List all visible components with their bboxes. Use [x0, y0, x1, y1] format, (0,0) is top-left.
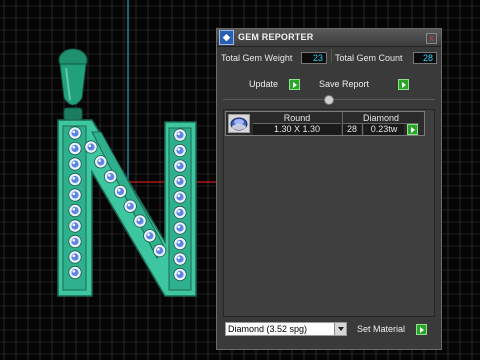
gem-list-row[interactable]: Round 1.30 X 1.30 Diamond 28 0.23tw: [225, 111, 425, 136]
gem-stone: [113, 184, 128, 198]
save-report-go-icon[interactable]: [398, 79, 409, 90]
gem-stone: [173, 236, 187, 251]
gem-stone: [173, 221, 187, 235]
save-report-button-label: Save Report: [319, 79, 370, 89]
gem-stone: [173, 128, 187, 142]
gem-stone: [173, 252, 187, 266]
total-gem-count-label: Total Gem Count: [335, 53, 403, 63]
gem-stone: [68, 157, 82, 171]
gem-stone: [173, 190, 187, 204]
gem-weight: 0.23tw: [364, 124, 404, 135]
gem-reporter-panel: ◆ GEM REPORTER x Total Gem Weight 23 Tot…: [216, 28, 442, 350]
gem-stone: [68, 234, 82, 249]
material-dropdown[interactable]: Diamond (3.52 spg): [225, 322, 347, 336]
gem-shape: Round: [253, 113, 341, 124]
material-dropdown-value: Diamond (3.52 spg): [228, 324, 308, 334]
stat-separator: [331, 49, 332, 63]
gem-stone: [68, 188, 82, 202]
panel-titlebar[interactable]: ◆ GEM REPORTER x: [217, 29, 441, 47]
update-button-label: Update: [249, 79, 279, 89]
gem-stone: [173, 174, 187, 189]
gem-material: Diamond: [343, 113, 419, 124]
gem-stone: [173, 143, 187, 158]
total-gem-weight-label: Total Gem Weight: [221, 53, 293, 63]
gem-stone: [123, 199, 137, 213]
round-gem-thumbnail: [228, 114, 250, 133]
set-material-button-label: Set Material: [357, 324, 406, 334]
gem-stone: [143, 229, 157, 243]
chevron-down-icon[interactable]: [334, 323, 346, 335]
gem-stone: [153, 244, 167, 258]
pendant-bail[interactable]: [58, 48, 88, 121]
gem-stone: [84, 140, 98, 154]
gem-stone: [94, 155, 108, 169]
close-button[interactable]: x: [426, 33, 437, 44]
gem-stone: [104, 170, 118, 184]
gem-count: 28: [343, 124, 361, 135]
gem-list: Round 1.30 X 1.30 Diamond 28 0.23tw: [223, 109, 435, 317]
gem-stone: [173, 205, 187, 220]
gem-stone: [68, 172, 82, 187]
panel-title: GEM REPORTER: [238, 32, 314, 42]
gem-stone: [173, 159, 187, 173]
gem-stone: [173, 267, 187, 282]
gem-stone: [68, 141, 82, 156]
gem-stone: [68, 203, 82, 218]
gem-stone: [68, 265, 82, 280]
update-go-icon[interactable]: [289, 79, 300, 90]
gem-row-go-icon[interactable]: [407, 124, 418, 135]
gem-size: 1.30 X 1.30: [253, 124, 341, 135]
splitter-knob[interactable]: [324, 95, 334, 105]
update-button[interactable]: Update: [249, 77, 278, 91]
set-material-button[interactable]: Set Material: [357, 322, 405, 336]
gem-stone: [68, 219, 82, 233]
letter-n-model[interactable]: [57, 119, 197, 297]
set-material-go-icon[interactable]: [416, 324, 427, 335]
total-gem-weight-value: 23: [301, 52, 327, 64]
gem-stone: [133, 214, 147, 228]
gem-stone: [68, 126, 82, 140]
total-gem-count-value: 28: [413, 52, 437, 64]
gem-reporter-icon: ◆: [219, 30, 234, 45]
save-report-button[interactable]: Save Report: [319, 77, 369, 91]
cell-divider: [362, 124, 363, 135]
gem-stone: [68, 250, 82, 264]
